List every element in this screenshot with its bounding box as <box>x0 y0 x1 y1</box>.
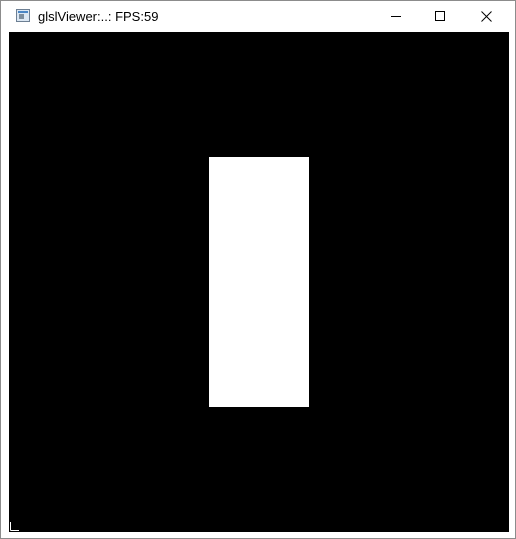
application-window: glslViewer:..: FPS:59 <box>0 0 516 539</box>
minimize-button[interactable] <box>373 1 419 31</box>
corner-grip-icon <box>10 522 19 531</box>
app-window-icon[interactable] <box>16 9 30 22</box>
minimize-icon <box>391 16 401 17</box>
render-viewport[interactable] <box>9 32 509 532</box>
close-icon <box>480 10 492 22</box>
maximize-icon <box>435 11 445 21</box>
title-bar[interactable]: glslViewer:..: FPS:59 <box>1 1 515 31</box>
white-rectangle <box>209 157 309 407</box>
window-title: glslViewer:..: FPS:59 <box>38 9 159 24</box>
close-button[interactable] <box>463 1 509 31</box>
maximize-button[interactable] <box>417 1 463 31</box>
